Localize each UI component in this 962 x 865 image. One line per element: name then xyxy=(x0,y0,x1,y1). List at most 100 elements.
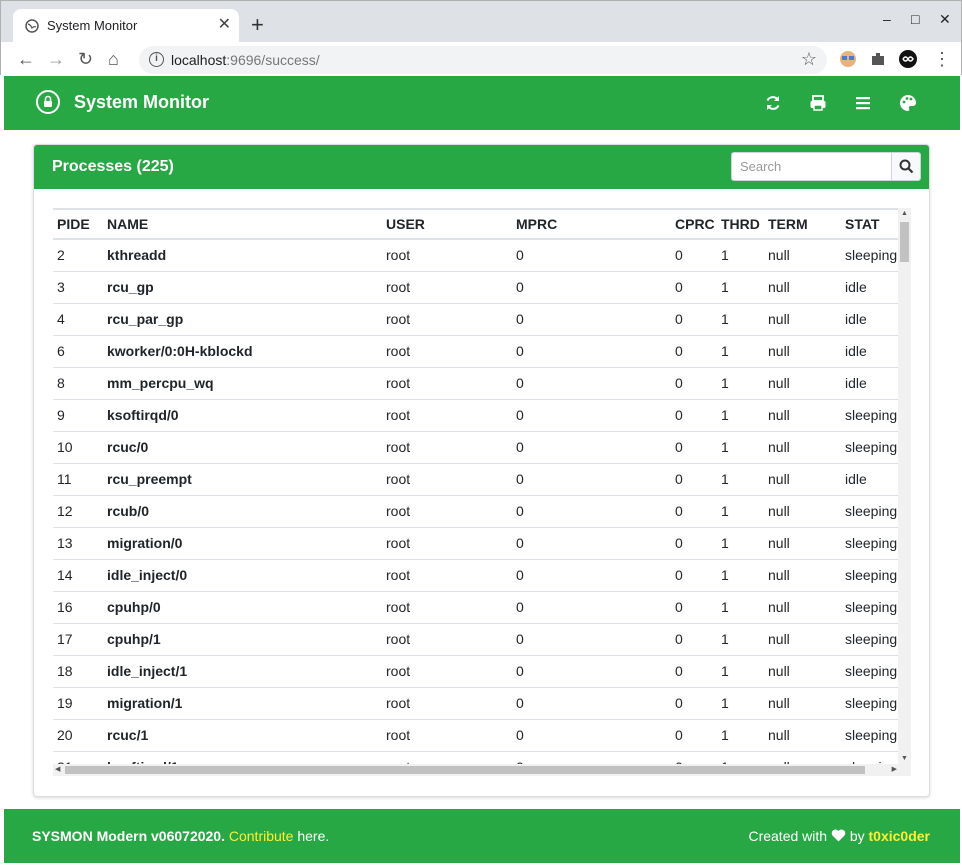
column-header-stat[interactable]: STAT xyxy=(841,210,898,240)
cell-term: null xyxy=(764,270,841,303)
bookmark-star-icon[interactable]: ☆ xyxy=(801,49,817,70)
cell-name: kworker/0:0H-kblockd xyxy=(103,334,382,367)
refresh-icon[interactable] xyxy=(764,94,782,112)
close-tab-icon[interactable]: ✕ xyxy=(218,15,231,35)
cell-thrd: 1 xyxy=(717,270,764,303)
table-row[interactable]: 16 cpuhp/0 root 0 0 1 null sleeping xyxy=(53,590,898,623)
author-link[interactable]: t0xic0der xyxy=(869,828,930,844)
table-row[interactable]: 3 rcu_gp root 0 0 1 null idle xyxy=(53,270,898,303)
cell-mprc: 0 xyxy=(512,270,671,303)
puzzle-icon[interactable] xyxy=(869,50,887,68)
cell-thrd: 1 xyxy=(717,334,764,367)
cell-name: migration/1 xyxy=(103,686,382,719)
table-row[interactable]: 4 rcu_par_gp root 0 0 1 null idle xyxy=(53,302,898,335)
table-row[interactable]: 6 kworker/0:0H-kblockd root 0 0 1 null idle xyxy=(53,334,898,367)
cell-name: rcu_gp xyxy=(103,270,382,303)
column-header-name[interactable]: NAME xyxy=(103,210,382,240)
cell-thrd: 1 xyxy=(717,718,764,751)
cell-cprc: 0 xyxy=(671,270,717,303)
minimize-button[interactable]: – xyxy=(883,11,891,27)
cell-user: root xyxy=(382,622,512,655)
globe-icon xyxy=(25,19,39,33)
cell-pide: 4 xyxy=(53,302,103,335)
app-footer: SYSMON Modern v06072020. Contribute here… xyxy=(4,809,960,863)
table-row[interactable]: 18 idle_inject/1 root 0 0 1 null sleeping xyxy=(53,654,898,687)
cell-thrd: 1 xyxy=(717,302,764,335)
column-header-cprc[interactable]: CPRC xyxy=(671,210,717,240)
cell-thrd: 1 xyxy=(717,430,764,463)
cell-mprc: 0 xyxy=(512,622,671,655)
new-tab-button[interactable]: + xyxy=(251,13,264,37)
back-icon[interactable]: ← xyxy=(17,49,35,69)
cell-thrd: 1 xyxy=(717,622,764,655)
scroll-up-arrow-icon[interactable]: ▲ xyxy=(901,210,908,217)
cell-name: rcuc/0 xyxy=(103,430,382,463)
scroll-left-arrow-icon[interactable]: ◀ xyxy=(55,765,60,773)
cell-name: kthreadd xyxy=(103,238,382,271)
maximize-button[interactable]: □ xyxy=(911,11,919,27)
table-row[interactable]: 17 cpuhp/1 root 0 0 1 null sleeping xyxy=(53,622,898,655)
extension-face-icon[interactable] xyxy=(839,50,857,68)
cell-pide: 11 xyxy=(53,462,103,495)
cell-stat: sleeping xyxy=(841,622,898,655)
vertical-scroll-thumb[interactable] xyxy=(900,222,909,262)
table-row[interactable]: 13 migration/0 root 0 0 1 null sleeping xyxy=(53,526,898,559)
column-header-mprc[interactable]: MPRC xyxy=(512,210,671,240)
forward-icon[interactable]: → xyxy=(47,49,65,69)
process-table: PIDE NAME USER MPRC CPRC THRD TERM STAT 2 kthrea… xyxy=(53,210,898,764)
address-bar[interactable]: i localhost:9696/success/ ☆ xyxy=(139,46,827,74)
table-row[interactable]: 14 idle_inject/0 root 0 0 1 null sleeping xyxy=(53,558,898,591)
browser-menu-icon[interactable]: ⋮ xyxy=(933,49,951,69)
cell-cprc: 0 xyxy=(671,526,717,559)
scroll-down-arrow-icon[interactable]: ▼ xyxy=(901,755,908,762)
vertical-scrollbar[interactable]: ▲ ▼ xyxy=(898,208,911,764)
cell-mprc: 0 xyxy=(512,302,671,335)
cell-cprc: 0 xyxy=(671,558,717,591)
cell-name: ksoftirqd/0 xyxy=(103,398,382,431)
cell-pide: 14 xyxy=(53,558,103,591)
reload-icon[interactable]: ↻ xyxy=(78,49,93,69)
table-row[interactable]: 21ksoftirqd/1root001nullsleeping xyxy=(53,750,898,764)
cell-name: rcu_preempt xyxy=(103,462,382,495)
column-header-term[interactable]: TERM xyxy=(764,210,841,240)
cell-term: null xyxy=(764,718,841,751)
cell-user: root xyxy=(382,398,512,431)
table-row[interactable]: 20 rcuc/1 root 0 0 1 null sleeping xyxy=(53,718,898,751)
table-row[interactable]: 19 migration/1 root 0 0 1 null sleeping xyxy=(53,686,898,719)
cell-thrd: 1 xyxy=(717,238,764,271)
menu-icon[interactable] xyxy=(854,94,872,112)
search-button[interactable] xyxy=(891,152,921,181)
cell-name: idle_inject/0 xyxy=(103,558,382,591)
cell-name: mm_percpu_wq xyxy=(103,366,382,399)
palette-icon[interactable] xyxy=(899,94,917,112)
cell-cprc: 0 xyxy=(671,430,717,463)
scroll-right-arrow-icon[interactable]: ▶ xyxy=(892,765,897,773)
column-header-pide[interactable]: PIDE xyxy=(53,210,103,240)
browser-tab[interactable]: System Monitor ✕ xyxy=(13,9,239,42)
cell-user: root xyxy=(382,526,512,559)
home-icon[interactable]: ⌂ xyxy=(108,49,119,69)
contribute-link[interactable]: Contribute xyxy=(229,828,294,844)
cell-thrd: 1 xyxy=(717,366,764,399)
table-row[interactable]: 9 ksoftirqd/0 root 0 0 1 null sleeping xyxy=(53,398,898,431)
info-icon[interactable]: i xyxy=(149,52,164,67)
table-row[interactable]: 11 rcu_preempt root 0 0 1 null idle xyxy=(53,462,898,495)
table-row[interactable]: 10 rcuc/0 root 0 0 1 null sleeping xyxy=(53,430,898,463)
profile-avatar-icon[interactable] xyxy=(899,50,917,68)
column-header-thrd[interactable]: THRD xyxy=(717,210,764,240)
table-row[interactable]: 12 rcub/0 root 0 0 1 null sleeping xyxy=(53,494,898,527)
app-header: System Monitor xyxy=(4,76,960,130)
url-text: localhost:9696/success/ xyxy=(171,52,320,68)
close-window-button[interactable]: ✕ xyxy=(939,11,951,28)
horizontal-scrollbar[interactable]: ◀ ▶ xyxy=(53,764,911,776)
horizontal-scroll-thumb[interactable] xyxy=(65,766,865,774)
cell-thrd: 1 xyxy=(717,526,764,559)
browser-chrome: System Monitor ✕ + – □ ✕ ← → ↻ ⌂ i local… xyxy=(0,0,962,76)
table-row[interactable]: 8 mm_percpu_wq root 0 0 1 null idle xyxy=(53,366,898,399)
search-input[interactable] xyxy=(731,152,891,181)
column-header-user[interactable]: USER xyxy=(382,210,512,240)
cell-pide: 20 xyxy=(53,718,103,751)
created-with-text: Created with xyxy=(748,828,828,844)
table-row[interactable]: 2 kthreadd root 0 0 1 null sleeping xyxy=(53,238,898,271)
print-icon[interactable] xyxy=(809,94,827,112)
